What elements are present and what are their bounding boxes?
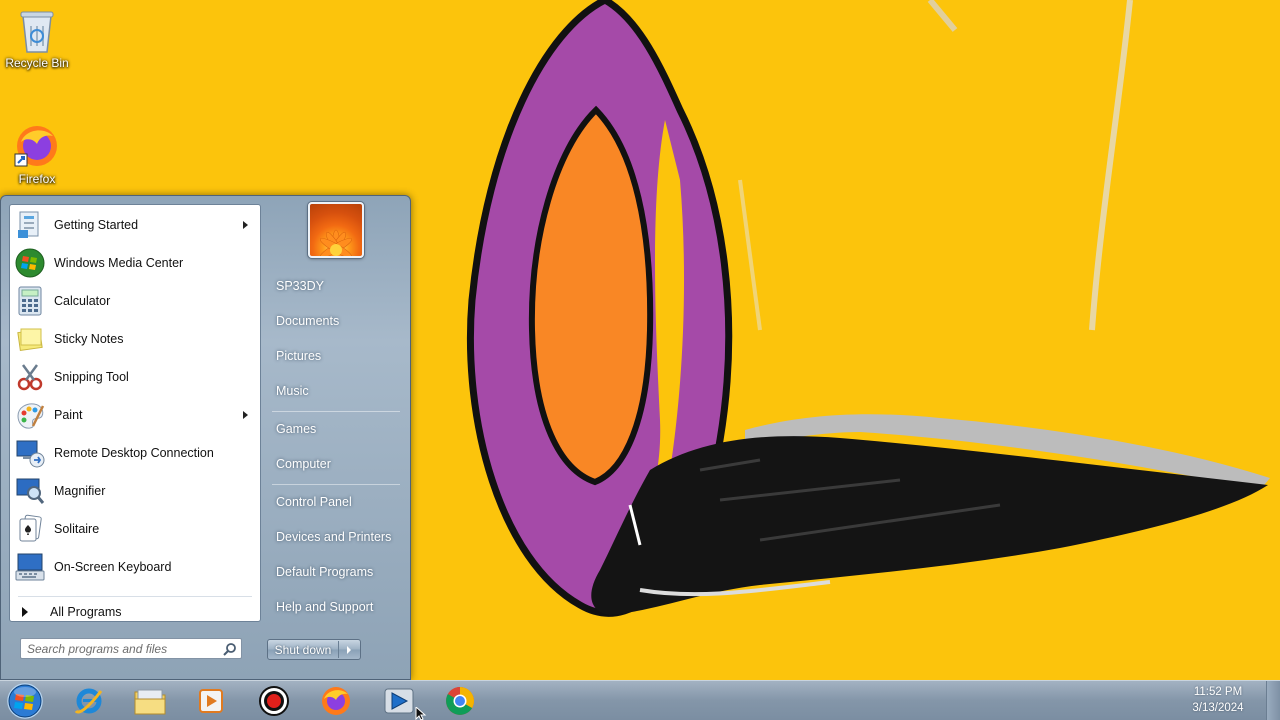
calculator-icon (14, 285, 46, 317)
recycle-bin-icon (20, 11, 54, 53)
start-link-control-panel[interactable]: Control Panel (270, 488, 402, 516)
program-label: Calculator (54, 294, 111, 308)
mouse-cursor-icon (415, 707, 427, 720)
media-player-icon (199, 689, 223, 713)
start-button[interactable] (5, 682, 45, 720)
program-label: Remote Desktop Connection (54, 446, 214, 460)
internet-explorer-icon (74, 688, 103, 714)
all-programs-label: All Programs (50, 605, 122, 619)
user-account-picture[interactable] (308, 202, 364, 258)
media-center-icon (14, 247, 46, 279)
program-label: Windows Media Center (54, 256, 184, 270)
start-menu-programs-pane: Getting Started Windows Media Center Cal… (9, 204, 261, 622)
start-right-divider (272, 411, 400, 412)
program-magnifier[interactable]: Magnifier (12, 473, 258, 509)
desktop-icon-recycle-bin[interactable]: Recycle Bin (1, 6, 73, 70)
shut-down-options-icon[interactable] (347, 645, 351, 654)
start-link-computer[interactable]: Computer (270, 450, 402, 478)
program-label: Magnifier (54, 484, 106, 498)
magnifier-icon (14, 475, 46, 507)
all-programs-divider (18, 596, 252, 597)
firefox-icon (322, 687, 350, 715)
windows-orb-icon (7, 683, 43, 719)
sticky-notes-icon (14, 323, 46, 355)
remote-desktop-icon (14, 437, 46, 469)
taskbar-recorder[interactable] (247, 681, 301, 720)
taskbar: 11:52 PM 3/13/2024 (0, 680, 1280, 720)
start-link-help-and-support[interactable]: Help and Support (270, 593, 402, 621)
paint-icon (14, 399, 46, 431)
program-solitaire[interactable]: Solitaire (12, 511, 258, 547)
program-label: Paint (54, 408, 83, 422)
taskbar-firefox[interactable] (309, 681, 363, 720)
taskbar-clock[interactable]: 11:52 PM 3/13/2024 (1178, 684, 1258, 716)
submenu-arrow-icon (243, 411, 248, 419)
snipping-tool-icon (14, 361, 46, 393)
start-link-music[interactable]: Music (270, 377, 402, 405)
program-windows-media-center[interactable]: Windows Media Center (12, 245, 258, 281)
start-link-games[interactable]: Games (270, 415, 402, 443)
desktop-icon-label: Recycle Bin (5, 56, 69, 70)
clock-date: 3/13/2024 (1192, 702, 1244, 714)
folder-icon (134, 689, 166, 715)
search-input[interactable] (27, 639, 217, 658)
start-link-pictures[interactable]: Pictures (270, 342, 402, 370)
start-link-default-programs[interactable]: Default Programs (270, 558, 402, 586)
getting-started-icon (14, 209, 46, 241)
program-sticky-notes[interactable]: Sticky Notes (12, 321, 258, 357)
program-label: On-Screen Keyboard (54, 560, 172, 574)
shut-down-label: Shut down (274, 642, 332, 657)
taskbar-file-explorer[interactable] (123, 681, 177, 720)
desktop-icon-label: Firefox (18, 172, 56, 186)
chrome-icon (446, 687, 474, 715)
submenu-arrow-icon (243, 221, 248, 229)
all-programs-button[interactable]: All Programs (16, 601, 256, 623)
program-on-screen-keyboard[interactable]: On-Screen Keyboard (12, 549, 258, 585)
shut-down-divider (338, 641, 339, 658)
solitaire-icon (14, 513, 46, 545)
flower-picture-icon (320, 229, 352, 256)
start-search-box[interactable] (20, 638, 242, 659)
start-link-devices-and-printers[interactable]: Devices and Printers (270, 523, 402, 551)
program-snipping-tool[interactable]: Snipping Tool (12, 359, 258, 395)
program-remote-desktop-connection[interactable]: Remote Desktop Connection (12, 435, 258, 471)
program-label: Getting Started (54, 218, 139, 232)
program-label: Snipping Tool (54, 370, 129, 384)
taskbar-chrome[interactable] (433, 681, 487, 720)
program-getting-started[interactable]: Getting Started (12, 207, 258, 243)
taskbar-media-player[interactable] (184, 681, 238, 720)
start-right-divider (272, 484, 400, 485)
program-label: Solitaire (54, 522, 100, 536)
keyboard-icon (14, 551, 46, 583)
all-programs-arrow-icon (22, 607, 28, 617)
desktop-icon-firefox[interactable]: Firefox (1, 122, 73, 186)
record-icon (259, 686, 289, 716)
program-paint[interactable]: Paint (12, 397, 258, 433)
start-link-documents[interactable]: Documents (270, 307, 402, 335)
show-desktop-button[interactable] (1266, 681, 1280, 720)
taskbar-internet-explorer[interactable] (62, 681, 116, 720)
start-link-user[interactable]: SP33DY (270, 272, 402, 300)
program-label: Sticky Notes (54, 332, 124, 346)
firefox-icon (14, 126, 57, 167)
play-icon (384, 688, 414, 714)
clock-time: 11:52 PM (1193, 686, 1243, 698)
search-icon (223, 643, 236, 656)
program-calculator[interactable]: Calculator (12, 283, 258, 319)
shut-down-button[interactable]: Shut down (267, 639, 361, 660)
